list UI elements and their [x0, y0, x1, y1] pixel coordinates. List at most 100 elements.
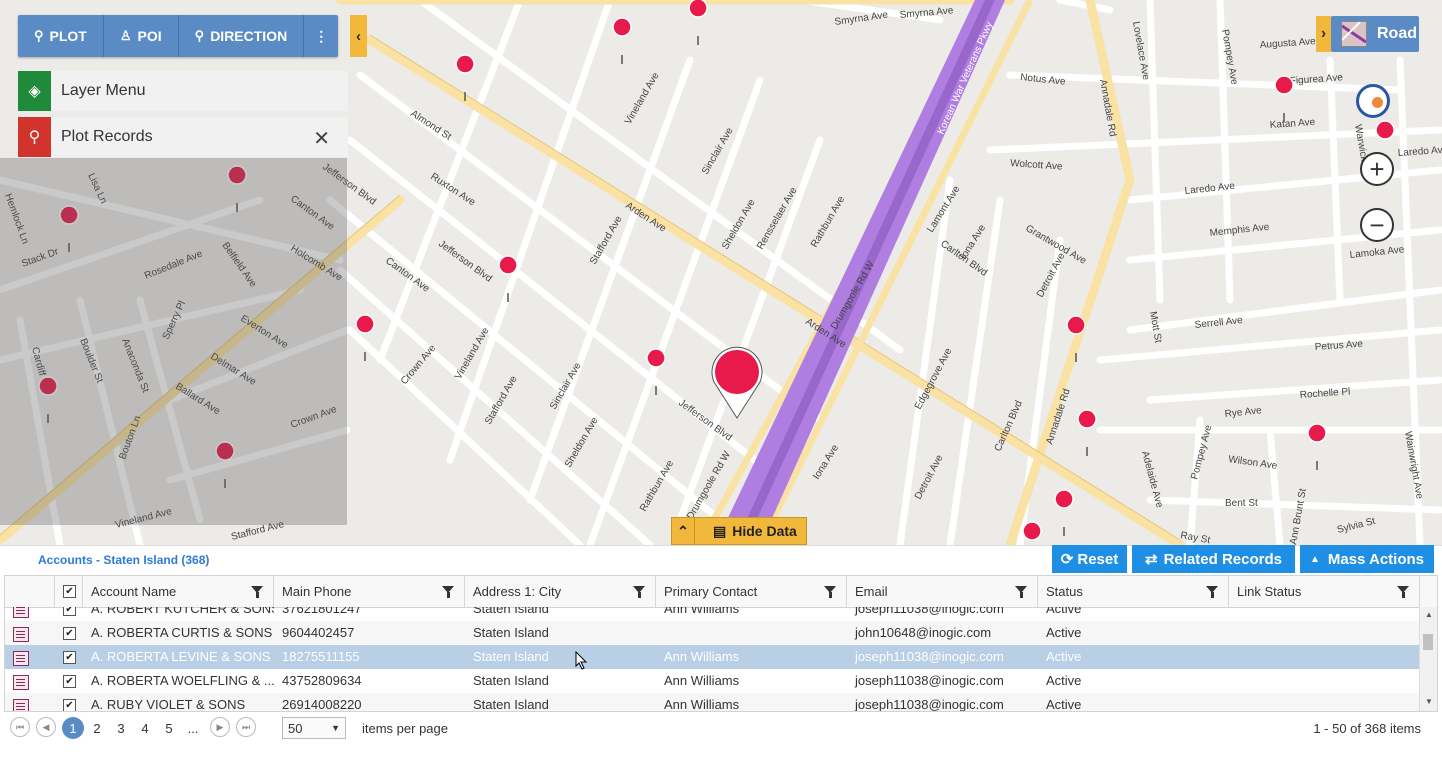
- svg-text:Katan Ave: Katan Ave: [1269, 117, 1316, 131]
- reset-button[interactable]: ⟳ Reset: [1052, 545, 1127, 573]
- row-checkbox[interactable]: ✔: [63, 651, 76, 664]
- cell-primary-contact: Ann Williams: [664, 697, 740, 712]
- list-icon: ▤: [713, 522, 727, 539]
- scroll-up-icon[interactable]: ▲: [1425, 610, 1433, 619]
- mass-actions-button[interactable]: ▲ Mass Actions: [1300, 545, 1434, 573]
- svg-text:Crown Ave: Crown Ave: [399, 343, 439, 387]
- page-5-button[interactable]: 5: [158, 717, 180, 739]
- page-1-button[interactable]: 1: [62, 717, 84, 739]
- filter-icon[interactable]: [251, 586, 263, 598]
- svg-text:Ray St: Ray St: [1179, 530, 1211, 545]
- cell-link-status: [1229, 669, 1420, 693]
- plot-records-row[interactable]: ⚲ Plot Records ✕: [18, 117, 348, 157]
- chevron-right-icon: ▶: [216, 721, 224, 732]
- column-header-city[interactable]: Address 1: City: [465, 576, 656, 607]
- svg-text:Ann Brunt St: Ann Brunt St: [1288, 488, 1309, 545]
- expand-map-type-button[interactable]: ›: [1316, 16, 1331, 52]
- poi-button[interactable]: ♙ POI: [104, 15, 179, 57]
- column-header-link-status[interactable]: Link Status: [1229, 576, 1420, 607]
- cell-email: joseph11038@inogic.com: [855, 673, 1004, 688]
- more-pages-button[interactable]: ...: [182, 717, 204, 739]
- cell-account-name[interactable]: A. RUBY VIOLET & SONS: [83, 693, 274, 711]
- svg-text:Wainwright Ave: Wainwright Ave: [1402, 431, 1425, 501]
- next-page-button[interactable]: ▶: [210, 717, 230, 737]
- row-checkbox[interactable]: ✔: [63, 607, 76, 616]
- cell-primary-contact: Ann Williams: [664, 649, 740, 664]
- filter-icon[interactable]: [824, 586, 836, 598]
- layer-menu-row[interactable]: ◈ Layer Menu: [18, 71, 348, 111]
- column-header-status[interactable]: Status: [1038, 576, 1229, 607]
- filter-icon[interactable]: [442, 586, 454, 598]
- last-page-button[interactable]: ⏭: [236, 717, 256, 737]
- page-4-button[interactable]: 4: [134, 717, 156, 739]
- scroll-down-icon[interactable]: ▼: [1425, 697, 1433, 706]
- direction-button[interactable]: ⚲ DIRECTION: [179, 15, 305, 57]
- table-row-selected[interactable]: ✔ A. ROBERTA LEVINE & SONS 18275511155 S…: [5, 645, 1421, 669]
- chevron-down-icon: ▼: [331, 723, 340, 733]
- svg-text:Laredo Ave: Laredo Ave: [1397, 144, 1442, 159]
- zoom-out-button[interactable]: −: [1360, 208, 1394, 242]
- cell-account-name[interactable]: A. ROBERT KUTCHER & SONS: [83, 607, 274, 621]
- filter-icon[interactable]: [1206, 586, 1218, 598]
- svg-text:Sylvia St: Sylvia St: [1336, 516, 1377, 536]
- reset-rotation-icon[interactable]: [1356, 84, 1390, 118]
- cell-status: Active: [1046, 673, 1082, 688]
- record-icon[interactable]: [13, 675, 29, 690]
- close-icon[interactable]: ✕: [313, 126, 330, 151]
- zoom-in-button[interactable]: +: [1360, 152, 1394, 186]
- cell-city: Staten Island: [473, 649, 549, 664]
- column-header-email[interactable]: Email: [847, 576, 1038, 607]
- more-vertical-icon: ⋮: [314, 27, 329, 44]
- filter-icon[interactable]: [1397, 586, 1409, 598]
- filter-icon[interactable]: [633, 586, 645, 598]
- cell-account-name[interactable]: A. ROBERTA LEVINE & SONS: [83, 645, 274, 669]
- cell-account-name[interactable]: A. ROBERTA WOELFLING & ...: [83, 669, 274, 693]
- cell-city: Staten Island: [473, 625, 549, 640]
- column-header-account-name[interactable]: Account Name: [83, 576, 274, 607]
- chevron-up-icon: ⌃: [672, 518, 695, 544]
- page-2-button[interactable]: 2: [86, 717, 108, 739]
- record-icon[interactable]: [13, 699, 29, 711]
- record-icon[interactable]: [13, 607, 29, 618]
- cell-primary-contact: [656, 621, 847, 645]
- cell-account-name[interactable]: A. ROBERTA CURTIS & SONS: [83, 621, 274, 645]
- collapse-toolbar-button[interactable]: ‹: [350, 15, 367, 57]
- hide-data-button[interactable]: ⌃ ▤ Hide Data: [671, 517, 807, 545]
- location-pin-icon: ⚲: [18, 117, 51, 157]
- row-checkbox[interactable]: ✔: [63, 675, 76, 688]
- cell-link-status: [1229, 607, 1420, 621]
- first-page-button[interactable]: ⏮: [10, 717, 30, 737]
- grid-vertical-scrollbar[interactable]: ▲ ▼: [1419, 607, 1437, 711]
- svg-text:Adelaide Ave: Adelaide Ave: [1139, 450, 1165, 509]
- svg-text:Smyrna Ave: Smyrna Ave: [834, 10, 889, 28]
- column-header-primary-contact[interactable]: Primary Contact: [656, 576, 847, 607]
- record-icon[interactable]: [13, 627, 29, 642]
- first-page-icon: ⏮: [15, 721, 25, 732]
- table-row[interactable]: ✔ A. ROBERTA WOELFLING & ... 43752809634…: [5, 669, 1421, 693]
- table-row[interactable]: ✔ A. ROBERTA CURTIS & SONS 9604402457 St…: [5, 621, 1421, 645]
- record-icon[interactable]: [13, 651, 29, 666]
- more-options-button[interactable]: ⋮: [304, 15, 338, 57]
- page-3-button[interactable]: 3: [110, 717, 132, 739]
- row-checkbox[interactable]: ✔: [63, 627, 76, 640]
- scrollbar-thumb[interactable]: [1423, 634, 1433, 650]
- plot-button[interactable]: ⚲ PLOT: [18, 15, 104, 57]
- column-header-main-phone[interactable]: Main Phone: [274, 576, 465, 607]
- cell-main-phone: 26914008220: [282, 697, 362, 712]
- page-size-select[interactable]: 50 ▼: [282, 717, 346, 739]
- road-map-type-button[interactable]: Road: [1331, 16, 1419, 52]
- prev-page-button[interactable]: ◀: [36, 717, 56, 737]
- person-pin-icon: ♙: [119, 28, 132, 43]
- row-checkbox[interactable]: ✔: [63, 699, 76, 711]
- map-canvas[interactable]: Smyrna Ave Smyrna Ave Augusta Ave Notus …: [0, 0, 1442, 546]
- related-records-button[interactable]: ⇄ Related Records: [1132, 545, 1295, 573]
- cell-email: john10648@inogic.com: [855, 625, 992, 640]
- select-all-checkbox[interactable]: ✔: [55, 576, 83, 607]
- table-row[interactable]: ✔ A. ROBERT KUTCHER & SONS 37621801247 S…: [5, 607, 1421, 621]
- svg-text:Vineland Ave: Vineland Ave: [623, 70, 662, 126]
- svg-text:Detroit Ave: Detroit Ave: [913, 453, 946, 502]
- cell-city: Staten Island: [473, 673, 549, 688]
- table-row[interactable]: ✔ A. RUBY VIOLET & SONS 26914008220 Stat…: [5, 693, 1421, 712]
- route-icon: ⚲: [194, 28, 205, 43]
- filter-icon[interactable]: [1015, 586, 1027, 598]
